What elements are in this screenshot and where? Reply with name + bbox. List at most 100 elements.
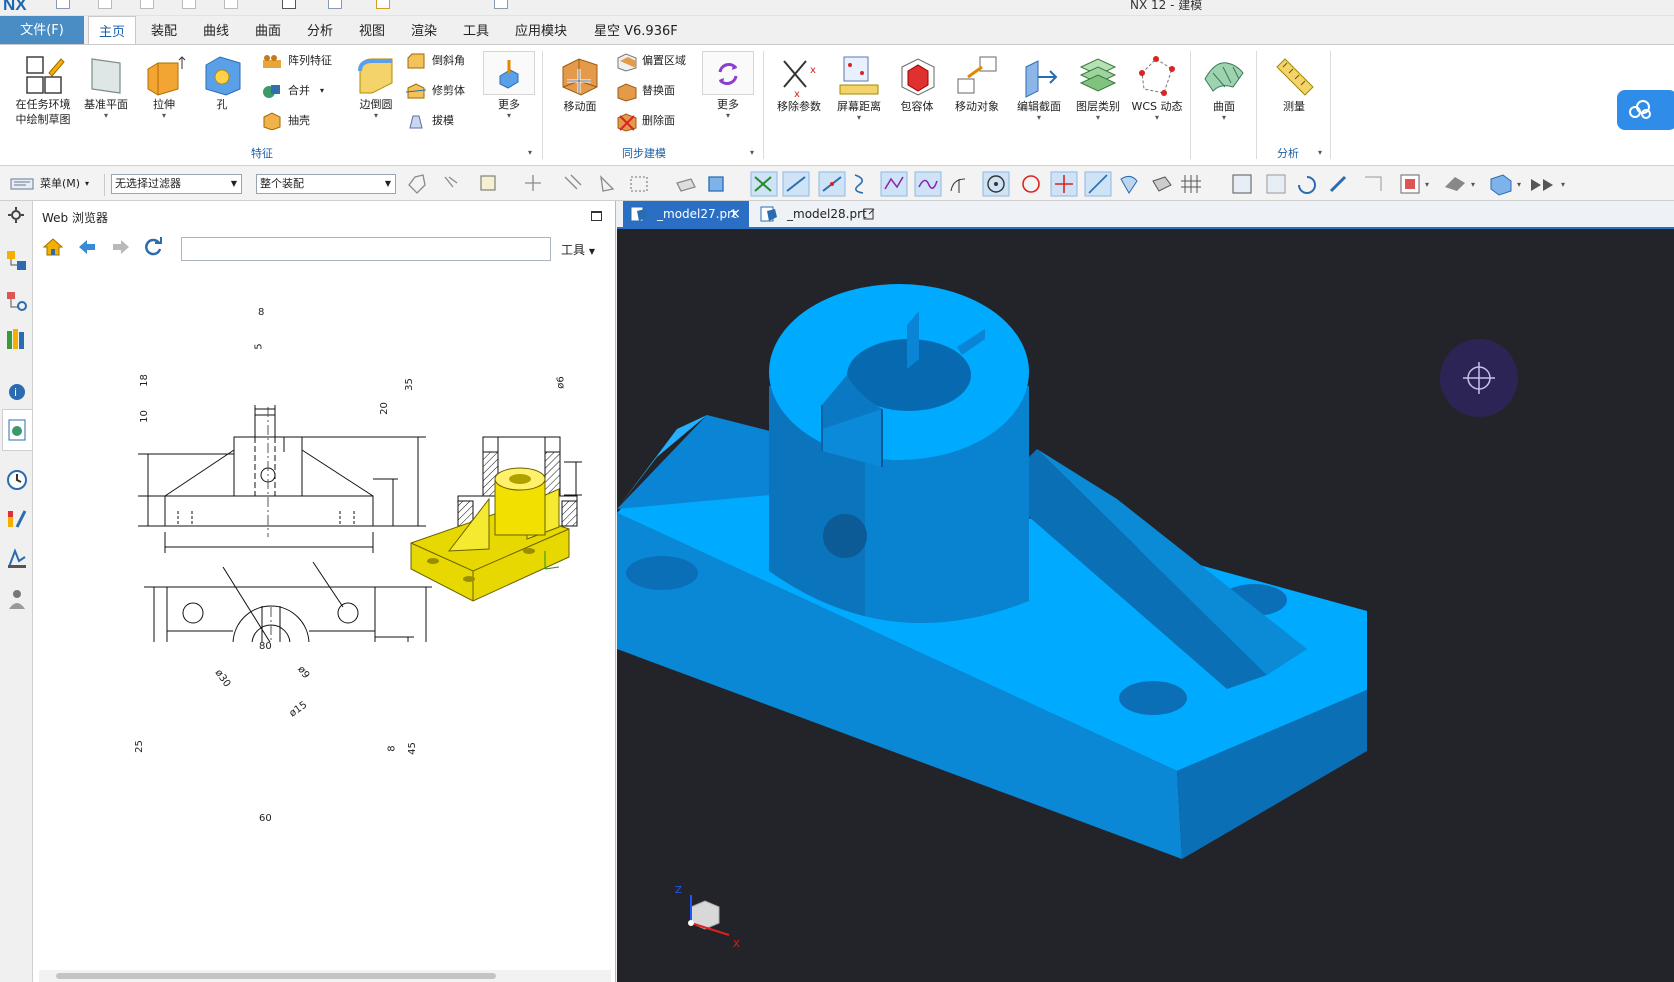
file-menu-tab[interactable]: 文件(F) bbox=[0, 16, 84, 45]
chevron-down-icon[interactable]: ▾ bbox=[138, 112, 190, 120]
close-icon[interactable]: × bbox=[729, 201, 741, 227]
replace-face-button[interactable]: 替换面 bbox=[616, 81, 706, 102]
constraint-navigator-icon[interactable] bbox=[5, 289, 29, 313]
reuse-library-icon[interactable] bbox=[5, 327, 29, 351]
wcs-dynamic-button[interactable]: WCS 动态 ▾ bbox=[1126, 53, 1188, 122]
maximize-icon[interactable] bbox=[591, 211, 602, 221]
refresh-icon[interactable] bbox=[141, 235, 165, 259]
tab-home[interactable]: 主页 bbox=[88, 16, 137, 45]
screen-distance-button[interactable]: 屏幕距离 ▾ bbox=[830, 53, 888, 122]
tab-assembly[interactable]: 装配 bbox=[141, 16, 187, 45]
crosshair-icon[interactable] bbox=[1439, 338, 1519, 418]
tools-menu[interactable]: 工具 ▼ bbox=[561, 241, 595, 258]
forward-arrow-icon[interactable] bbox=[109, 235, 133, 259]
hd3d-tools-icon[interactable]: i bbox=[5, 378, 29, 402]
tab-curve[interactable]: 曲线 bbox=[193, 16, 239, 45]
cloud-share-button[interactable] bbox=[1617, 90, 1674, 130]
tab-tools[interactable]: 工具 bbox=[453, 16, 499, 45]
pattern-icon bbox=[263, 55, 281, 68]
menu-button[interactable]: 菜单(M) ▾ bbox=[8, 175, 98, 193]
back-arrow-icon[interactable] bbox=[75, 235, 99, 259]
chevron-down-icon[interactable]: ▾ bbox=[1008, 114, 1070, 122]
unite-label: 合并 bbox=[288, 84, 310, 97]
gear-icon[interactable] bbox=[7, 206, 25, 224]
selection-scope-select[interactable]: 整个装配 ▼ bbox=[256, 174, 396, 194]
feature-more-box[interactable] bbox=[483, 51, 535, 95]
chevron-down-icon[interactable]: ▾ bbox=[1196, 114, 1252, 122]
replace-face-icon bbox=[617, 83, 637, 102]
pattern-feature-button[interactable]: 阵列特征 bbox=[262, 51, 352, 71]
graphics-viewport[interactable]: Z X bbox=[617, 229, 1674, 982]
touch-mode-icon[interactable] bbox=[376, 0, 390, 9]
process-studio-icon[interactable] bbox=[5, 507, 29, 531]
tab-analysis[interactable]: 分析 bbox=[297, 16, 343, 45]
datum-plane-button[interactable]: 基准平面 ▾ bbox=[80, 53, 132, 120]
manufacturing-wizard-icon[interactable] bbox=[5, 547, 29, 571]
remove-parameters-button[interactable]: xx 移除参数 bbox=[770, 53, 828, 114]
svg-text:▾: ▾ bbox=[1425, 180, 1429, 189]
feature-more-button[interactable]: 更多 ▾ bbox=[483, 97, 535, 120]
delete-face-button[interactable]: 删除面 bbox=[616, 111, 706, 132]
hole-button[interactable]: 孔 bbox=[196, 53, 248, 112]
move-face-label: 移动面 bbox=[563, 100, 597, 113]
roles-icon[interactable] bbox=[5, 587, 29, 611]
extrude-button[interactable]: 拉伸 ▾ bbox=[138, 53, 190, 120]
url-input[interactable] bbox=[181, 237, 551, 261]
tab-view[interactable]: 视图 bbox=[349, 16, 395, 45]
horizontal-scrollbar[interactable] bbox=[39, 970, 611, 982]
sync-more-box[interactable] bbox=[702, 51, 754, 95]
tab-xingkong[interactable]: 星空 V6.936F bbox=[584, 16, 688, 45]
svg-text:i: i bbox=[14, 386, 17, 399]
sketch-in-task-button[interactable]: 在任务环境 中绘制草图 bbox=[10, 53, 76, 127]
surface-button[interactable]: 曲面 ▾ bbox=[1196, 53, 1252, 122]
offset-region-button[interactable]: 偏置区域 bbox=[616, 51, 706, 72]
undo-icon[interactable] bbox=[98, 0, 112, 9]
bounding-body-button[interactable]: 包容体 bbox=[888, 53, 946, 114]
chevron-down-icon[interactable]: ▾ bbox=[348, 112, 404, 120]
redo-icon[interactable] bbox=[140, 0, 154, 9]
tab-surface[interactable]: 曲面 bbox=[245, 16, 291, 45]
chevron-down-icon[interactable]: ▾ bbox=[320, 81, 324, 101]
ribbon-tabs: 文件(F) 主页 装配 曲线 曲面 分析 视图 渲染 工具 应用模块 星空 V6… bbox=[0, 16, 1674, 45]
chevron-down-icon[interactable]: ▾ bbox=[1126, 114, 1188, 122]
cut-icon[interactable] bbox=[182, 0, 196, 9]
title-bar: NX NX 12 - 建模 bbox=[0, 0, 1674, 16]
history-clock-icon[interactable] bbox=[5, 468, 29, 492]
chevron-down-icon[interactable]: ▾ bbox=[1068, 114, 1128, 122]
dim-phi30: ø30 bbox=[212, 667, 233, 690]
repeat-icon[interactable] bbox=[328, 0, 342, 9]
sync-more-button[interactable]: 更多 ▾ bbox=[702, 97, 754, 120]
copy-icon[interactable] bbox=[224, 0, 238, 9]
measure-button[interactable]: 测量 bbox=[1266, 53, 1322, 114]
layer-category-button[interactable]: 图层类别 ▾ bbox=[1068, 53, 1128, 122]
type-filter-select[interactable]: 无选择过滤器 ▼ bbox=[111, 174, 242, 194]
scrollbar-thumb[interactable] bbox=[56, 973, 496, 979]
sketch-icon bbox=[26, 56, 65, 94]
edit-section-button[interactable]: 编辑截面 ▾ bbox=[1008, 53, 1070, 122]
shell-button[interactable]: 抽壳 bbox=[262, 111, 352, 131]
assembly-navigator-icon[interactable] bbox=[5, 249, 29, 273]
home-icon[interactable] bbox=[41, 235, 65, 259]
chevron-down-icon[interactable]: ▾ bbox=[830, 114, 888, 122]
chevron-down-icon[interactable]: ▾ bbox=[80, 112, 132, 120]
tab-model28[interactable]: _model28.prt bbox=[753, 201, 881, 227]
edge-blend-button[interactable]: 边倒圆 ▾ bbox=[348, 53, 404, 120]
save-icon[interactable] bbox=[56, 0, 70, 9]
feature-group-expand-icon[interactable]: ▾ bbox=[528, 148, 532, 157]
chevron-down-icon[interactable]: ▾ bbox=[702, 112, 754, 120]
tab-applications[interactable]: 应用模块 bbox=[505, 16, 577, 45]
tab-model27[interactable]: _model27.prt × bbox=[623, 201, 749, 227]
pattern-label: 阵列特征 bbox=[288, 54, 332, 67]
paste-icon[interactable] bbox=[282, 0, 296, 9]
analysis-group-expand-icon[interactable]: ▾ bbox=[1318, 148, 1322, 157]
web-browser-tab[interactable] bbox=[2, 409, 32, 451]
move-object-button[interactable]: 移动对象 bbox=[946, 53, 1008, 114]
unite-button[interactable]: 合并 ▾ bbox=[262, 81, 352, 101]
sync-group-expand-icon[interactable]: ▾ bbox=[750, 148, 754, 157]
chevron-down-icon[interactable]: ▾ bbox=[483, 112, 535, 120]
dim-phi15: ø15 bbox=[287, 699, 310, 720]
tab-render[interactable]: 渲染 bbox=[401, 16, 447, 45]
move-face-button[interactable]: 移动面 bbox=[552, 53, 608, 114]
extrude-label: 拉伸 bbox=[153, 98, 175, 111]
window-icon[interactable] bbox=[494, 0, 508, 9]
